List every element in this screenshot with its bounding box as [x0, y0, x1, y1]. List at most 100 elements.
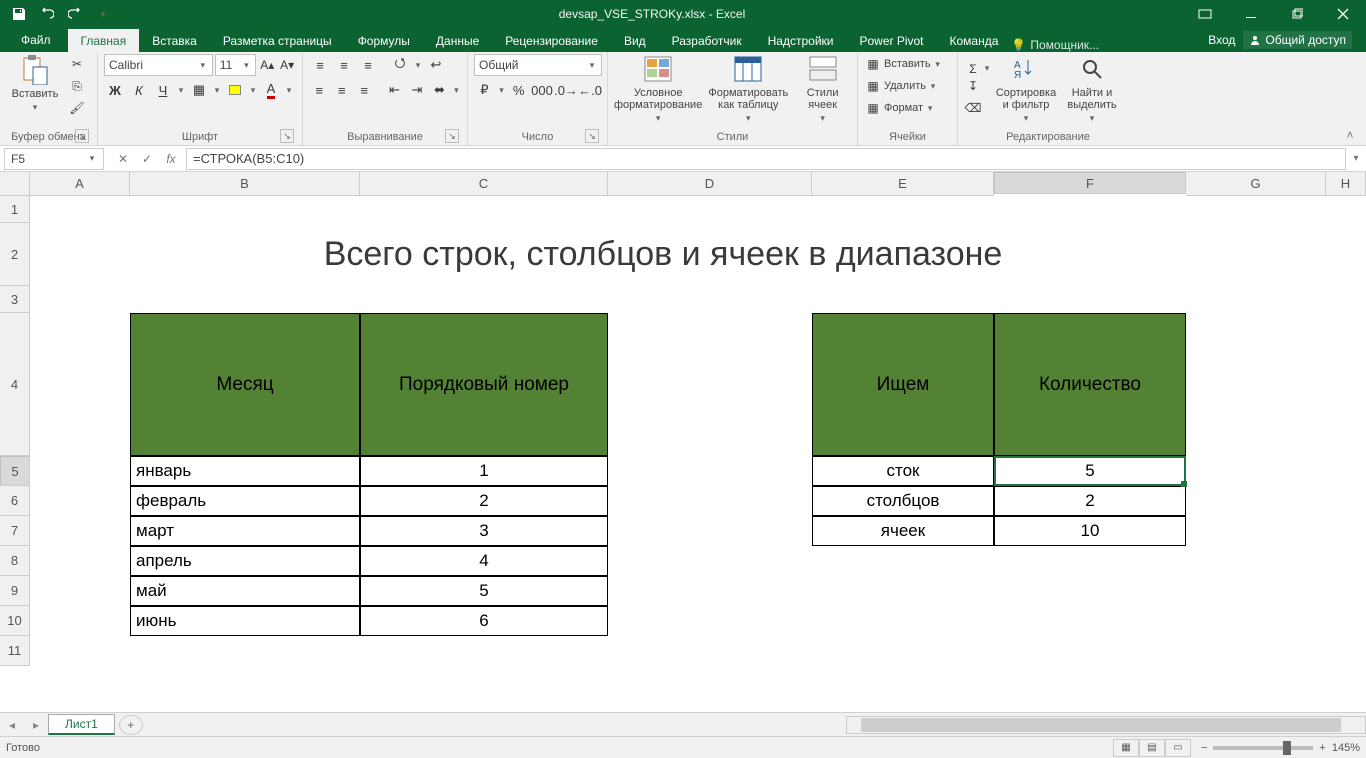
- number-format-select[interactable]: Общий▾: [474, 54, 602, 76]
- table-row[interactable]: 2: [994, 486, 1186, 516]
- table-row[interactable]: 3: [360, 516, 608, 546]
- comma-icon[interactable]: 000: [531, 79, 553, 101]
- font-name-select[interactable]: Calibri▾: [104, 54, 213, 76]
- conditional-format-button[interactable]: Условное форматирование▾: [614, 53, 702, 124]
- col-header-A[interactable]: A: [30, 172, 130, 196]
- row-header-10[interactable]: 10: [0, 606, 30, 636]
- close-icon[interactable]: [1320, 0, 1366, 28]
- tab-data[interactable]: Данные: [423, 29, 492, 52]
- tab-file[interactable]: Файл: [4, 28, 68, 52]
- table-row[interactable]: 5: [360, 576, 608, 606]
- grow-font-icon[interactable]: A▴: [258, 55, 276, 75]
- font-launcher-icon[interactable]: ↘: [280, 129, 294, 143]
- fill-color-icon[interactable]: [224, 79, 246, 101]
- clear-icon[interactable]: ⌫: [964, 98, 982, 118]
- format-painter-icon[interactable]: 🖌: [68, 98, 86, 118]
- tab-powerpivot[interactable]: Power Pivot: [846, 29, 936, 52]
- tell-me[interactable]: 💡 Помощник...: [1011, 38, 1099, 52]
- select-all-corner[interactable]: [0, 172, 30, 196]
- table-row[interactable]: 5: [994, 456, 1186, 486]
- table-row[interactable]: январь: [130, 456, 360, 486]
- save-icon[interactable]: [8, 3, 30, 25]
- row-header-9[interactable]: 9: [0, 576, 30, 606]
- currency-icon[interactable]: ₽: [474, 79, 495, 101]
- tab-team[interactable]: Команда: [937, 29, 1012, 52]
- align-launcher-icon[interactable]: ↘: [445, 129, 459, 143]
- tab-formulas[interactable]: Формулы: [345, 29, 423, 52]
- table-row[interactable]: 4: [360, 546, 608, 576]
- zoom-in-icon[interactable]: +: [1319, 742, 1325, 754]
- enter-formula-icon[interactable]: ✓: [136, 148, 158, 170]
- col-header-B[interactable]: B: [130, 172, 360, 196]
- cell-styles-button[interactable]: Стили ячеек▾: [794, 53, 851, 124]
- share-button[interactable]: Общий доступ: [1243, 31, 1352, 49]
- prev-sheet-icon[interactable]: ◂: [0, 718, 24, 732]
- table-row[interactable]: 1: [360, 456, 608, 486]
- hscrollbar[interactable]: [846, 716, 1366, 734]
- tab-developer[interactable]: Разработчик: [659, 29, 755, 52]
- sort-filter-button[interactable]: AЯ Сортировка и фильтр▾: [994, 53, 1058, 124]
- collapse-ribbon-icon[interactable]: ˄: [1340, 127, 1360, 143]
- clipboard-launcher-icon[interactable]: ↘: [75, 129, 89, 143]
- tab-review[interactable]: Рецензирование: [492, 29, 611, 52]
- number-launcher-icon[interactable]: ↘: [585, 129, 599, 143]
- table-row[interactable]: 2: [360, 486, 608, 516]
- ribbon-opts-icon[interactable]: [1182, 0, 1228, 28]
- row-header-5[interactable]: 5: [0, 456, 30, 486]
- dec-decimal-icon[interactable]: ←.0: [579, 79, 601, 101]
- cancel-formula-icon[interactable]: ✕: [112, 148, 134, 170]
- tab-insert[interactable]: Вставка: [139, 29, 210, 52]
- table-row[interactable]: июнь: [130, 606, 360, 636]
- orientation-icon[interactable]: ⭯: [389, 54, 411, 76]
- indent-inc-icon[interactable]: ⇥: [407, 79, 428, 101]
- table-row[interactable]: 6: [360, 606, 608, 636]
- col-header-D[interactable]: D: [608, 172, 812, 196]
- fill-icon[interactable]: ↧: [964, 76, 982, 96]
- cut-icon[interactable]: ✂: [68, 54, 86, 74]
- row-header-4[interactable]: 4: [0, 313, 30, 456]
- italic-button[interactable]: К: [128, 79, 150, 101]
- underline-button[interactable]: Ч: [152, 79, 174, 101]
- minimize-icon[interactable]: [1228, 0, 1274, 28]
- table-row[interactable]: март: [130, 516, 360, 546]
- inc-decimal-icon[interactable]: .0→: [555, 79, 577, 101]
- col-header-H[interactable]: H: [1326, 172, 1366, 196]
- align-mid-icon[interactable]: ≡: [333, 54, 355, 76]
- percent-icon[interactable]: %: [508, 79, 529, 101]
- restore-icon[interactable]: [1274, 0, 1320, 28]
- align-center-icon[interactable]: ≡: [332, 79, 353, 101]
- signin-link[interactable]: Вход: [1208, 33, 1235, 47]
- fx-icon[interactable]: fx: [160, 148, 182, 170]
- col-header-F[interactable]: F: [994, 172, 1186, 194]
- indent-dec-icon[interactable]: ⇤: [384, 79, 405, 101]
- table-row[interactable]: май: [130, 576, 360, 606]
- expand-formula-icon[interactable]: ▾: [1346, 153, 1366, 164]
- tab-addins[interactable]: Надстройки: [755, 29, 847, 52]
- copy-icon[interactable]: ⎘: [68, 76, 86, 96]
- sheet-tab[interactable]: Лист1: [48, 714, 115, 735]
- table-row[interactable]: февраль: [130, 486, 360, 516]
- delete-cells-button[interactable]: ▦Удалить▾: [864, 76, 951, 96]
- table-row[interactable]: сток: [812, 456, 994, 486]
- font-size-select[interactable]: 11▾: [215, 54, 257, 76]
- align-right-icon[interactable]: ≡: [354, 79, 375, 101]
- borders-icon[interactable]: ▦: [188, 79, 210, 101]
- row-header-2[interactable]: 2: [0, 223, 30, 286]
- paste-button[interactable]: Вставить ▾: [6, 54, 64, 113]
- formula-input[interactable]: =СТРОКА(B5:C10): [186, 148, 1346, 170]
- page-break-icon[interactable]: ▭: [1165, 739, 1191, 757]
- row-header-3[interactable]: 3: [0, 286, 30, 313]
- font-color-icon[interactable]: A: [260, 79, 282, 101]
- page-layout-icon[interactable]: ▤: [1139, 739, 1165, 757]
- align-left-icon[interactable]: ≡: [309, 79, 330, 101]
- normal-view-icon[interactable]: ▦: [1113, 739, 1139, 757]
- align-top-icon[interactable]: ≡: [309, 54, 331, 76]
- name-box[interactable]: F5▾: [4, 148, 104, 170]
- zoom-out-icon[interactable]: −: [1201, 742, 1207, 754]
- shrink-font-icon[interactable]: A▾: [278, 55, 296, 75]
- col-header-E[interactable]: E: [812, 172, 994, 196]
- col-header-C[interactable]: C: [360, 172, 608, 196]
- zoom-slider[interactable]: [1213, 746, 1313, 750]
- row-header-1[interactable]: 1: [0, 196, 30, 223]
- format-as-table-button[interactable]: Форматировать как таблицу▾: [704, 53, 792, 124]
